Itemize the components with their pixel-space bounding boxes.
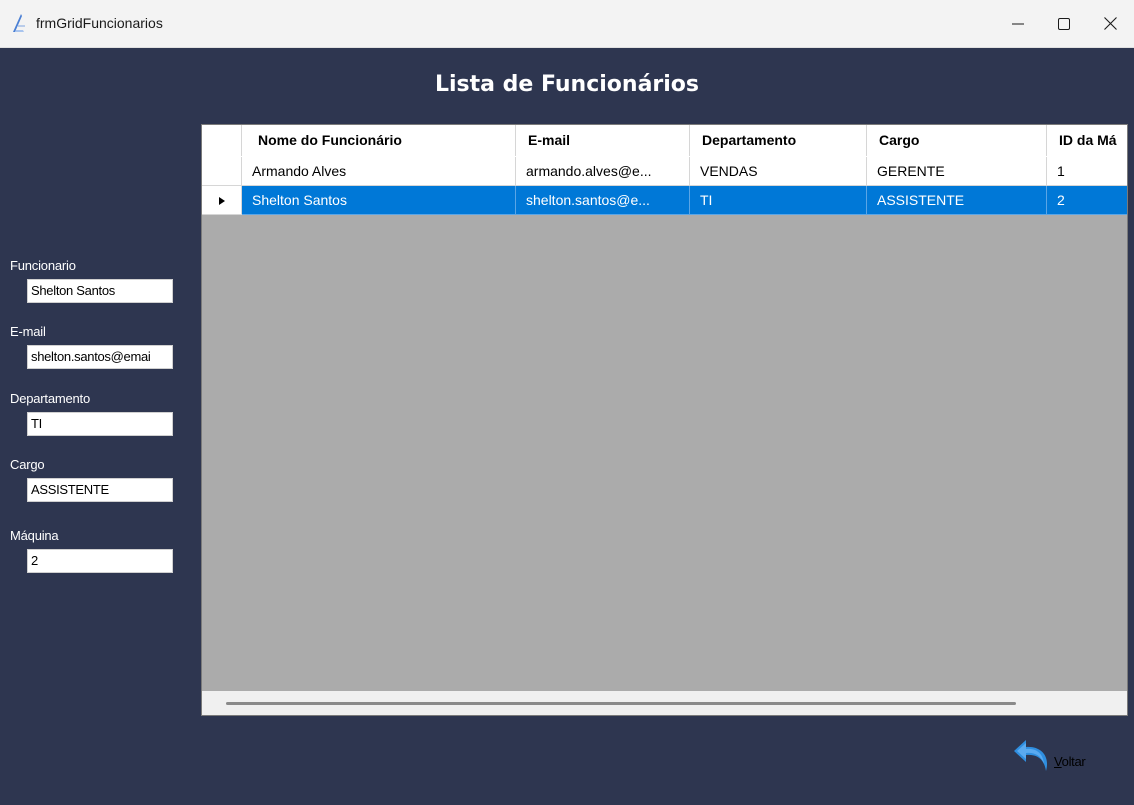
close-icon bbox=[1103, 17, 1117, 30]
funcionario-label: Funcionario bbox=[10, 258, 76, 273]
table-row-selected[interactable]: Shelton Santos shelton.santos@e... TI AS… bbox=[202, 186, 1127, 215]
horizontal-scrollbar[interactable] bbox=[202, 691, 1127, 715]
cell-id-maquina[interactable]: 2 bbox=[1047, 186, 1127, 215]
row-header-corner bbox=[202, 125, 242, 156]
cell-nome[interactable]: Shelton Santos bbox=[242, 186, 516, 215]
column-header-id-maquina[interactable]: ID da Má bbox=[1047, 125, 1127, 156]
cell-email[interactable]: shelton.santos@e... bbox=[516, 186, 690, 215]
maquina-field[interactable]: 2 bbox=[27, 549, 173, 573]
cell-departamento[interactable]: TI bbox=[690, 186, 867, 215]
departamento-field[interactable]: TI bbox=[27, 412, 173, 436]
funcionario-field[interactable]: Shelton Santos bbox=[27, 279, 173, 303]
voltar-label: Voltar bbox=[1054, 753, 1086, 769]
scrollbar-thumb[interactable] bbox=[226, 702, 1016, 705]
cell-id-maquina[interactable]: 1 bbox=[1047, 157, 1127, 186]
cell-departamento[interactable]: VENDAS bbox=[690, 157, 867, 186]
column-header-departamento[interactable]: Departamento bbox=[690, 125, 867, 156]
close-button[interactable] bbox=[1087, 0, 1133, 47]
cell-cargo[interactable]: ASSISTENTE bbox=[867, 186, 1047, 215]
row-pointer-icon bbox=[218, 192, 226, 208]
table-row[interactable]: Armando Alves armando.alves@e... VENDAS … bbox=[202, 157, 1127, 186]
employees-grid[interactable]: Nome do Funcionário E-mail Departamento … bbox=[201, 124, 1128, 716]
cell-cargo[interactable]: GERENTE bbox=[867, 157, 1047, 186]
column-header-nome[interactable]: Nome do Funcionário bbox=[242, 125, 516, 156]
email-field[interactable]: shelton.santos@emai bbox=[27, 345, 173, 369]
cell-nome[interactable]: Armando Alves bbox=[242, 157, 516, 186]
minimize-icon bbox=[1012, 18, 1024, 30]
cargo-field[interactable]: ASSISTENTE bbox=[27, 478, 173, 502]
maximize-button[interactable] bbox=[1041, 0, 1087, 47]
email-label: E-mail bbox=[10, 324, 46, 339]
column-header-email[interactable]: E-mail bbox=[516, 125, 690, 156]
app-icon bbox=[10, 12, 28, 34]
cargo-label: Cargo bbox=[10, 457, 45, 472]
grid-header: Nome do Funcionário E-mail Departamento … bbox=[202, 125, 1127, 158]
departamento-label: Departamento bbox=[10, 391, 90, 406]
title-bar: frmGridFuncionarios bbox=[0, 0, 1134, 48]
voltar-button[interactable]: Voltar bbox=[1012, 736, 1102, 780]
page-title: Lista de Funcionários bbox=[434, 72, 700, 97]
column-header-cargo[interactable]: Cargo bbox=[867, 125, 1047, 156]
row-header[interactable] bbox=[202, 157, 242, 186]
undo-arrow-icon bbox=[1012, 737, 1052, 780]
window-title: frmGridFuncionarios bbox=[36, 15, 163, 31]
minimize-button[interactable] bbox=[995, 0, 1041, 47]
cell-email[interactable]: armando.alves@e... bbox=[516, 157, 690, 186]
maximize-icon bbox=[1058, 17, 1070, 30]
maquina-label: Máquina bbox=[10, 528, 59, 543]
row-header[interactable] bbox=[202, 186, 242, 215]
